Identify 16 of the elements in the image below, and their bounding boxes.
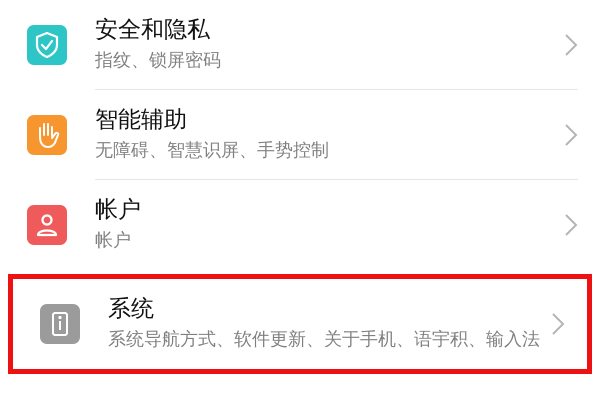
row-title: 智能辅助 [95, 106, 188, 134]
row-subtitle: 指纹、锁屏密码 [95, 48, 222, 72]
row-subtitle: 无障碍、智慧识屏、手势控制 [95, 138, 330, 162]
chevron-right-icon [551, 312, 565, 336]
row-title: 帐户 [95, 196, 142, 225]
row-title: 系统 [108, 295, 155, 324]
settings-row[interactable]: 智能辅助 无障碍、智慧识屏、手势控制 [0, 90, 600, 180]
chevron-right-icon [564, 32, 578, 56]
chevron-right-icon [564, 213, 578, 237]
row-subtitle: 系统导航方式、软件更新、关于手机、语宇积、输入法 [108, 328, 541, 352]
row-title: 安全和隐私 [95, 16, 211, 44]
chevron-right-icon [564, 122, 578, 146]
settings-row[interactable]: 安全和隐私 指纹、锁屏密码 [0, 0, 600, 90]
settings-row[interactable]: 系统 系统导航方式、软件更新、关于手机、语宇积、输入法 [8, 274, 592, 374]
settings-row[interactable]: 帐户 帐户 [0, 180, 600, 270]
row-subtitle: 帐户 [95, 229, 132, 253]
